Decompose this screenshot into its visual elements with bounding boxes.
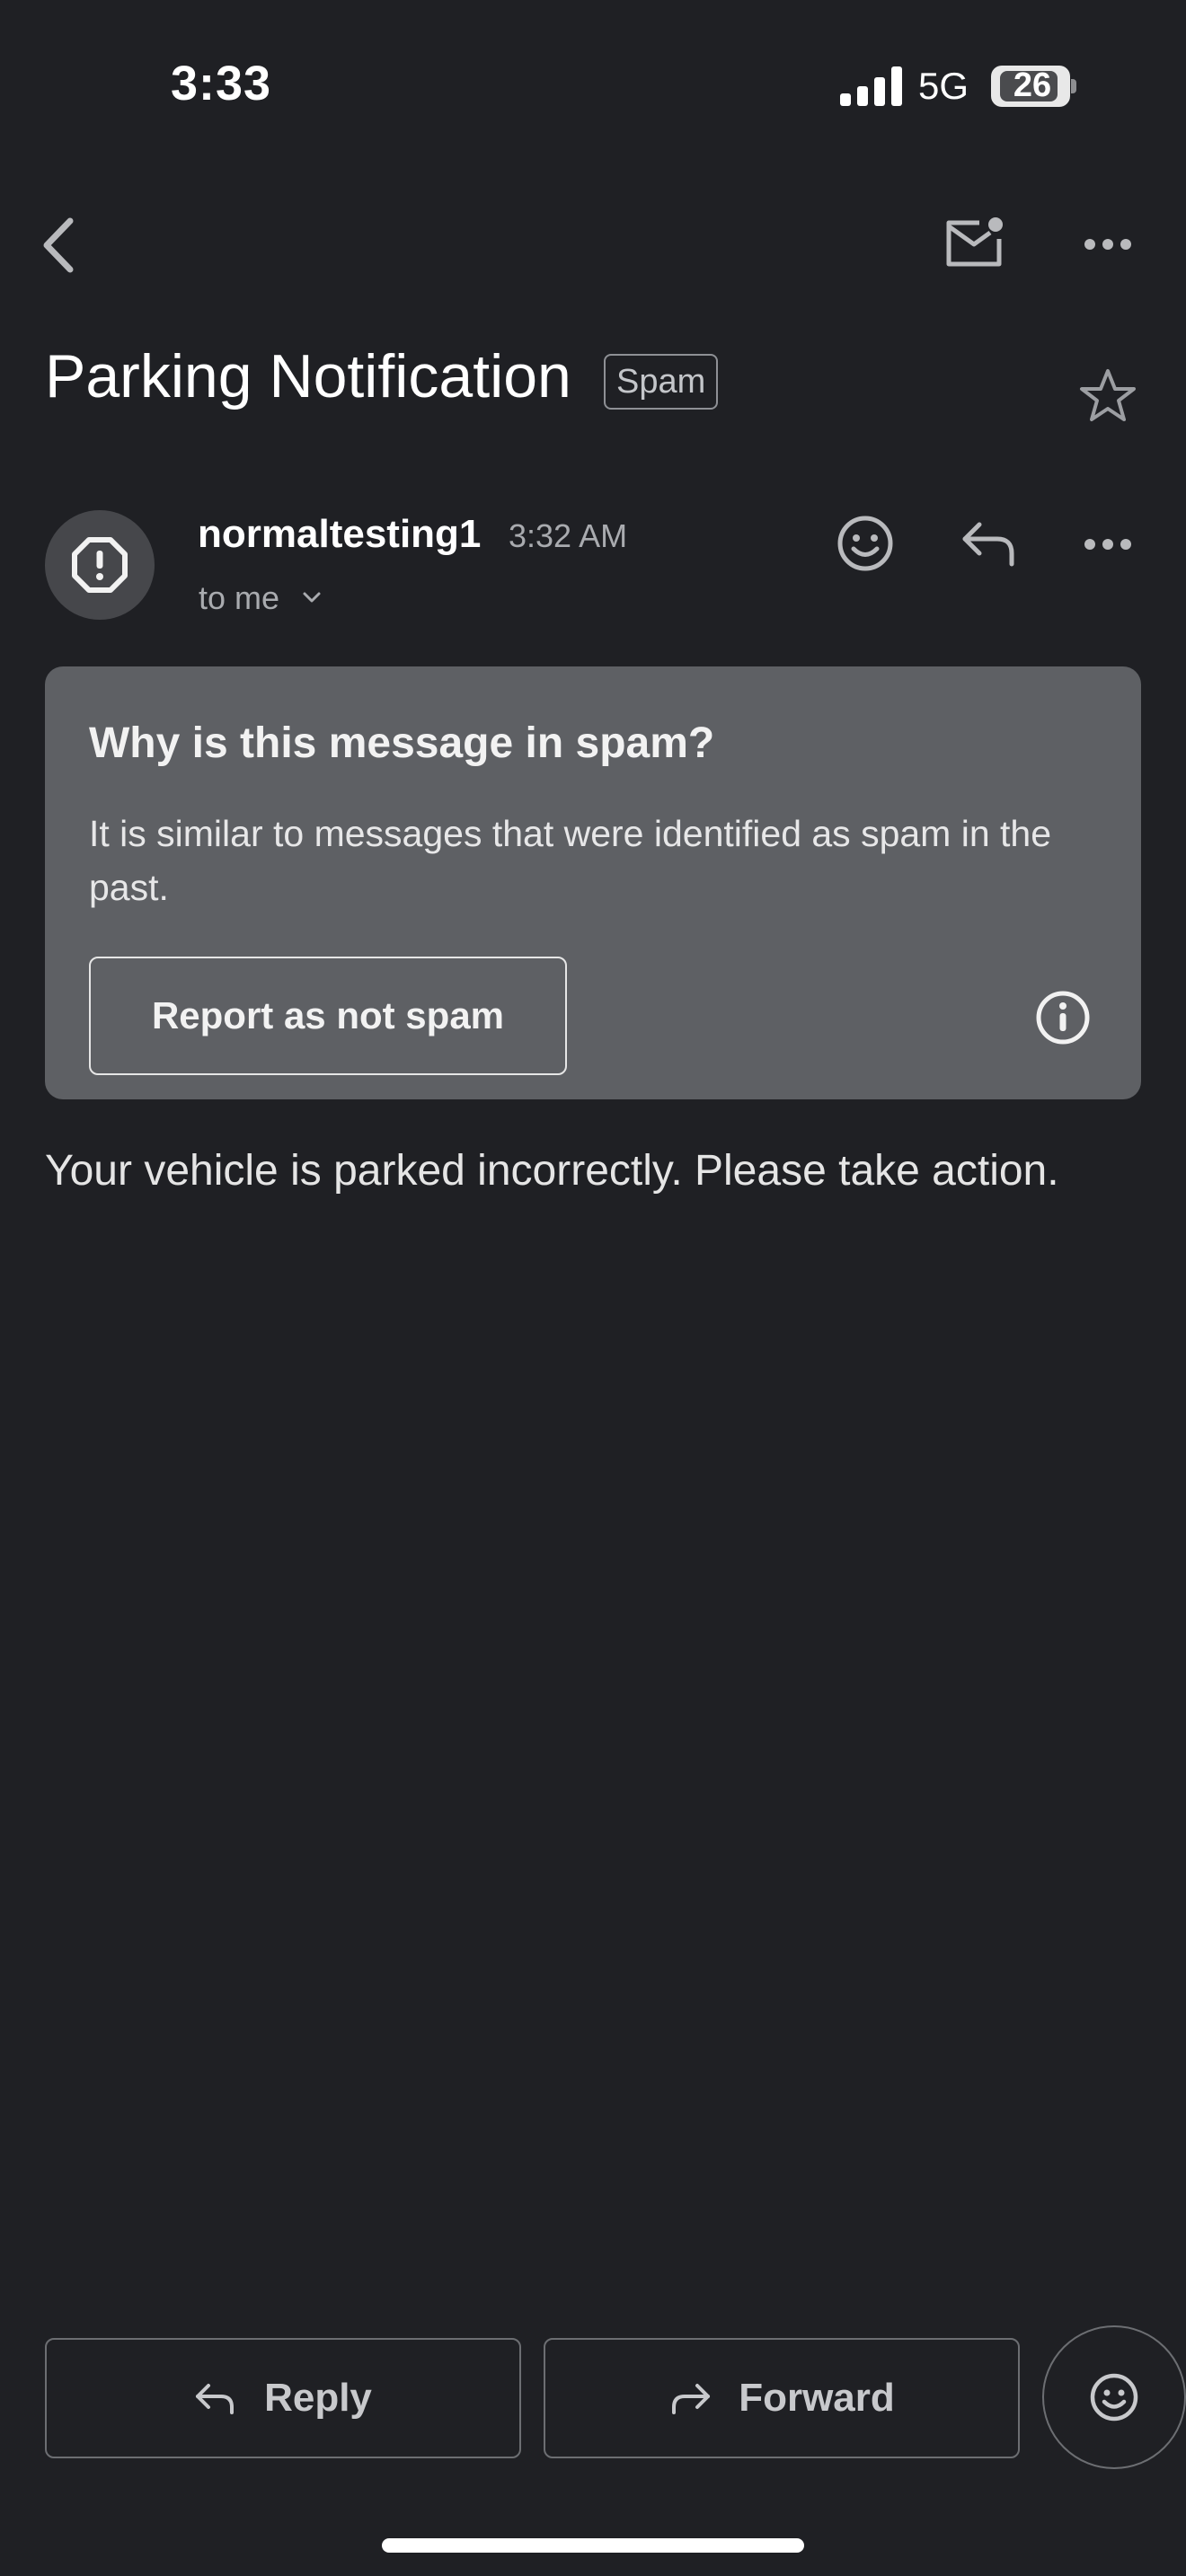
recipient-toggle[interactable]: to me [199,579,279,617]
message-more-icon[interactable] [1083,535,1133,553]
email-body: Your vehicle is parked incorrectly. Plea… [45,1147,1059,1195]
chevron-down-icon[interactable] [302,589,322,605]
reply-arrow-icon [196,2384,235,2414]
reply-button-label: Reply [264,2376,372,2420]
forward-button-label: Forward [739,2376,895,2420]
home-indicator[interactable] [382,2538,804,2553]
sender-name[interactable]: normaltesting1 [198,512,481,557]
smiley-icon [1090,2373,1138,2422]
network-type: 5G [918,65,969,107]
status-time: 3:33 [171,57,272,110]
mark-unread-icon[interactable] [943,216,1006,269]
battery-tip [1071,79,1076,93]
forward-arrow-icon [672,2384,711,2414]
warning-octagon-icon [72,537,128,593]
star-icon[interactable] [1078,366,1137,424]
reply-button[interactable]: Reply [45,2338,521,2458]
signal-strength-icon [840,66,903,106]
back-icon[interactable] [36,214,81,277]
spam-notice-heading: Why is this message in spam? [89,719,715,767]
report-not-spam-button[interactable]: Report as not spam [89,957,567,1075]
battery-percent: 26 [1013,66,1052,104]
reply-icon[interactable] [960,519,1017,568]
emoji-react-button[interactable] [1042,2325,1186,2469]
emoji-reaction-icon[interactable] [836,514,895,573]
more-options-icon[interactable] [1083,235,1133,253]
forward-button[interactable]: Forward [544,2338,1020,2458]
email-subject: Parking Notification [45,342,571,410]
info-icon[interactable] [1035,990,1091,1045]
sent-time: 3:32 AM [509,517,628,554]
spam-notice-explanation: It is similar to messages that were iden… [89,813,1052,908]
spam-label-badge[interactable]: Spam [604,354,719,410]
sender-avatar [45,510,155,620]
